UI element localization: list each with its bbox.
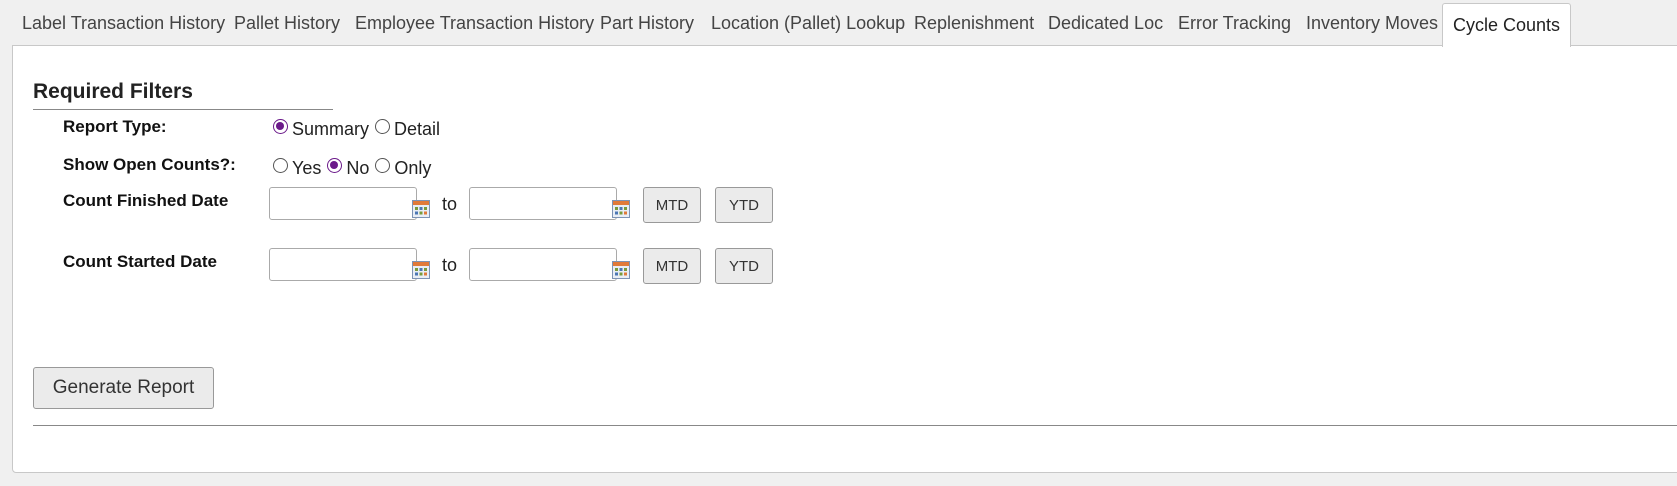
report-type-radio-group: Summary Detail: [273, 119, 446, 140]
report-type-detail-radio[interactable]: [375, 119, 391, 134]
report-type-detail-label: Detail: [394, 119, 441, 139]
open-counts-yes-label: Yes: [292, 158, 322, 178]
tab-cycle-counts[interactable]: Cycle Counts: [1442, 3, 1572, 47]
tab-employee-transaction-history[interactable]: Employee Transaction History: [355, 0, 594, 46]
open-counts-yes-radio[interactable]: [273, 158, 288, 173]
required-filters-title: Required Filters: [33, 80, 333, 110]
tab-dedicated-loc[interactable]: Dedicated Loc: [1048, 0, 1163, 46]
report-type-summary-label: Summary: [292, 119, 370, 139]
count-finished-mtd-button[interactable]: MTD: [643, 187, 701, 223]
open-counts-only-label: Only: [394, 158, 432, 178]
count-finished-to-input[interactable]: [469, 187, 617, 220]
report-type-summary-radio[interactable]: [273, 119, 288, 134]
calendar-icon[interactable]: [412, 261, 430, 279]
count-started-from-input[interactable]: [269, 248, 417, 281]
tab-replenishment[interactable]: Replenishment: [914, 0, 1034, 46]
tab-bar: Label Transaction History Pallet History…: [12, 0, 1677, 47]
calendar-icon[interactable]: [612, 261, 630, 279]
generate-report-button[interactable]: Generate Report: [33, 367, 214, 409]
tab-pallet-history[interactable]: Pallet History: [234, 0, 340, 46]
divider: [33, 425, 1677, 426]
calendar-icon[interactable]: [412, 200, 430, 218]
count-finished-to-text: to: [442, 194, 458, 214]
open-counts-only-radio[interactable]: [375, 158, 391, 173]
count-finished-from-input[interactable]: [269, 187, 417, 220]
open-counts-no-label: No: [346, 158, 370, 178]
count-finished-ytd-button[interactable]: YTD: [715, 187, 773, 223]
show-open-counts-label: Show Open Counts?:: [63, 155, 236, 174]
count-started-ytd-button[interactable]: YTD: [715, 248, 773, 284]
calendar-icon[interactable]: [612, 200, 630, 218]
tab-inventory-moves[interactable]: Inventory Moves: [1306, 0, 1438, 46]
tab-label-transaction-history[interactable]: Label Transaction History: [22, 0, 225, 46]
report-type-label: Report Type:: [63, 117, 167, 136]
cycle-counts-panel: Required Filters Report Type: Summary De…: [12, 45, 1677, 473]
count-started-to-input[interactable]: [469, 248, 617, 281]
count-started-to-text: to: [442, 255, 458, 275]
tab-location-pallet-lookup[interactable]: Location (Pallet) Lookup: [711, 0, 905, 46]
count-started-mtd-button[interactable]: MTD: [643, 248, 701, 284]
show-open-counts-radio-group: Yes No Only: [273, 158, 437, 179]
count-finished-date-label: Count Finished Date: [63, 191, 229, 210]
open-counts-no-radio[interactable]: [327, 158, 343, 173]
tab-part-history[interactable]: Part History: [600, 0, 694, 46]
count-started-date-label: Count Started Date: [63, 252, 217, 271]
tab-error-tracking[interactable]: Error Tracking: [1178, 0, 1291, 46]
